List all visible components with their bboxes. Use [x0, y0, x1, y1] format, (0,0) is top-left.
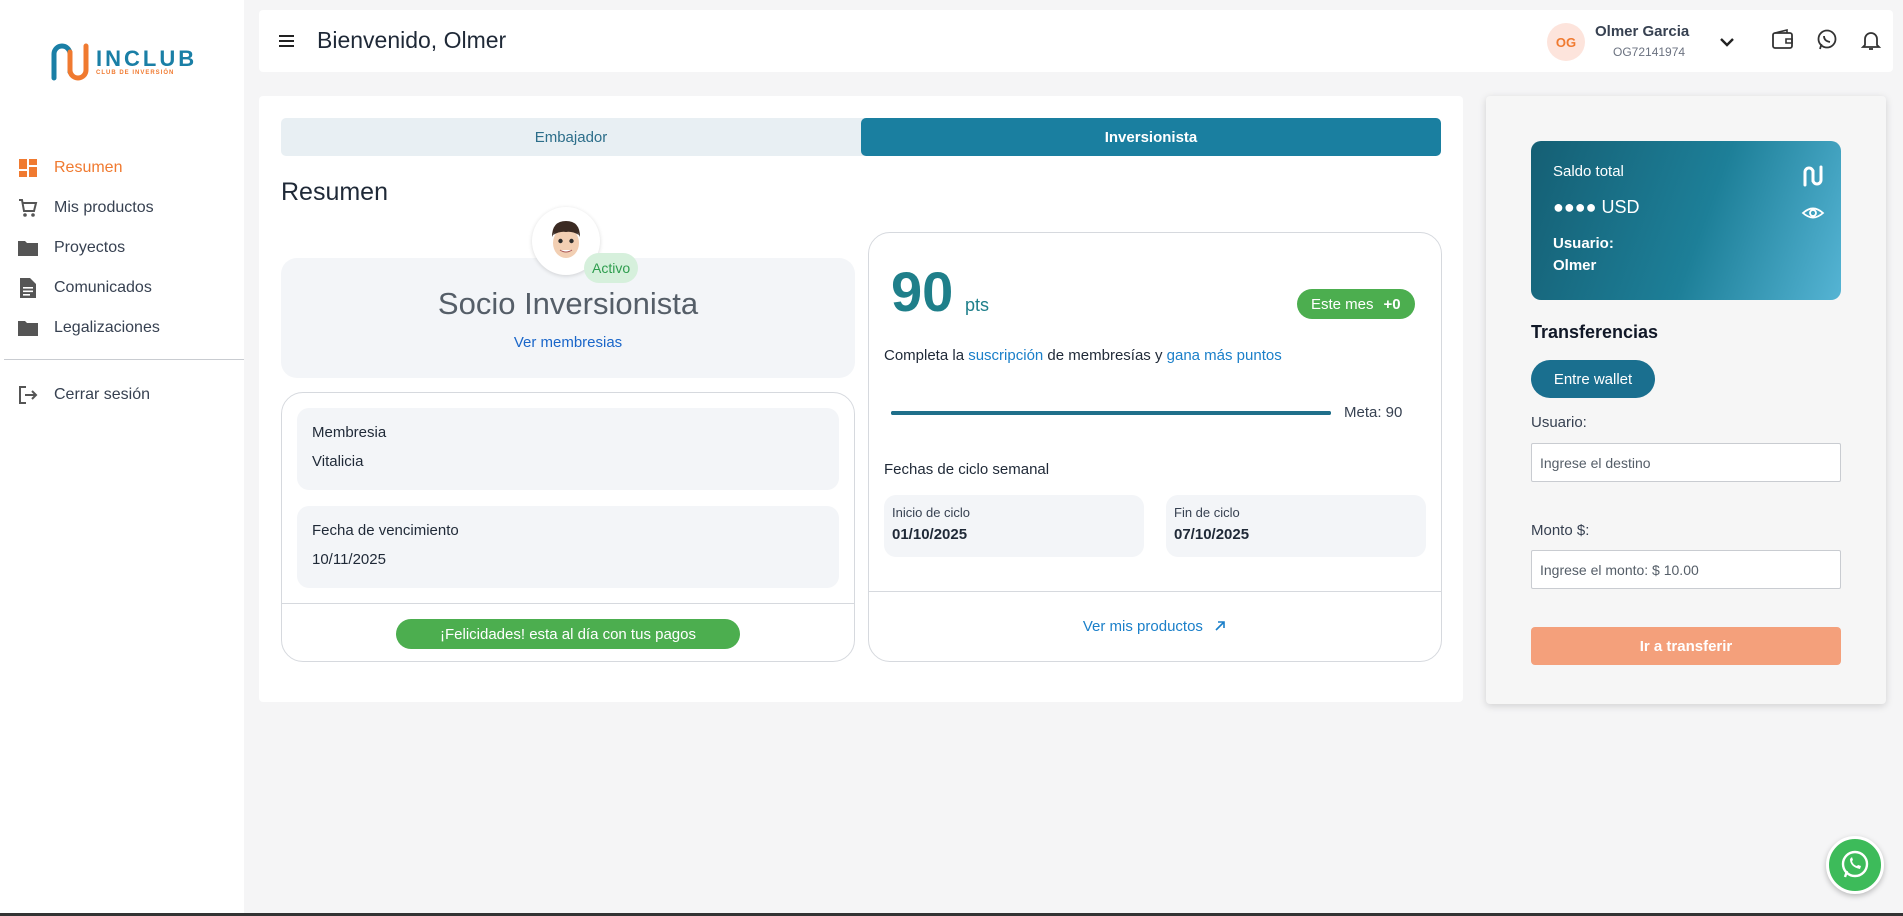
tab-inversionista[interactable]: Inversionista	[861, 118, 1441, 156]
main-panel: Embajador Inversionista Resumen Socio In…	[259, 96, 1463, 702]
sidebar-item-label: Mis productos	[54, 199, 154, 216]
top-header: Bienvenido, Olmer OG Olmer Garcia OG7214…	[259, 10, 1893, 72]
menu-toggle-button[interactable]	[279, 30, 301, 52]
eye-icon[interactable]	[1801, 201, 1825, 225]
logo-wordmark: INCLUB	[96, 46, 198, 71]
cycle-end-box: Fin de ciclo 07/10/2025	[1166, 495, 1426, 557]
expiry-date-value: 10/11/2025	[312, 551, 386, 568]
sidebar-item-label: Legalizaciones	[54, 319, 160, 336]
sidebar-item-legalizaciones[interactable]: Legalizaciones	[0, 308, 244, 348]
destination-label: Usuario:	[1531, 414, 1587, 431]
month-points-badge: Este mes +0	[1297, 289, 1415, 319]
membership-type-value: Vitalicia	[312, 453, 364, 470]
balance-value: ●●●● USD	[1553, 197, 1640, 217]
payment-status-badge: ¡Felicidades! esta al día con tus pagos	[396, 619, 740, 649]
sidebar-item-comunicados[interactable]: Comunicados	[0, 268, 244, 308]
memoji-avatar-icon	[552, 221, 580, 258]
sidebar-item-label: Comunicados	[54, 279, 152, 296]
sidebar: INCLUB CLUB DE INVERSIÓN Resumen Mis pro…	[0, 0, 244, 916]
points-unit: pts	[965, 295, 990, 315]
destination-input[interactable]	[1531, 443, 1841, 482]
points-hint: Completa la suscripción de membresías y …	[884, 347, 1282, 364]
tab-embajador[interactable]: Embajador	[281, 118, 861, 156]
subscription-link[interactable]: suscripción	[968, 347, 1043, 364]
cycle-start-value: 01/10/2025	[892, 526, 968, 543]
membership-title: Socio Inversionista	[437, 286, 699, 321]
points-hint-text: de membresías y	[1043, 347, 1167, 364]
avatar[interactable]: OG	[1547, 23, 1585, 61]
card-divider	[869, 591, 1441, 592]
earn-points-link[interactable]: gana más puntos	[1167, 347, 1282, 364]
balance-card: Saldo total ●●●● USD Usuario: Olmer	[1531, 141, 1841, 300]
points-progress-fill	[891, 411, 1331, 415]
dashboard-icon	[18, 158, 38, 178]
card-divider	[282, 603, 854, 604]
hamburger-icon	[279, 35, 294, 37]
cycle-start-label: Inicio de ciclo	[892, 505, 971, 520]
document-icon	[18, 278, 38, 298]
status-badge: Activo	[584, 253, 639, 283]
points-goal: Meta: 90	[1344, 404, 1403, 421]
points-value: 90	[891, 260, 954, 323]
amount-input[interactable]	[1531, 550, 1841, 589]
expiry-date-box: Fecha de vencimiento 10/11/2025	[297, 506, 839, 588]
inclub-logo-icon	[51, 43, 89, 81]
balance-label: Saldo total	[1553, 163, 1624, 180]
logout-label: Cerrar sesión	[54, 386, 151, 403]
expiry-date-label: Fecha de vencimiento	[312, 522, 459, 539]
whatsapp-icon[interactable]	[1815, 28, 1839, 52]
page-title: Resumen	[281, 178, 388, 206]
cart-icon	[18, 198, 38, 218]
folder-icon	[18, 238, 38, 258]
logout-icon	[18, 385, 38, 405]
view-memberships-link[interactable]: Ver membresias	[281, 334, 855, 351]
cycle-end-value: 07/10/2025	[1174, 526, 1250, 543]
membership-type-box: Membresia Vitalicia	[297, 408, 839, 490]
cycle-end-label: Fin de ciclo	[1174, 505, 1240, 520]
arrow-up-right-icon	[1215, 621, 1225, 631]
membership-card: Socio Inversionista Ver membresias	[281, 258, 855, 378]
role-tabs: Embajador Inversionista	[281, 118, 1441, 156]
chevron-down-icon[interactable]	[1717, 32, 1737, 52]
balance-user-label: Usuario:	[1553, 235, 1614, 252]
wallet-panel: Saldo total ●●●● USD Usuario: Olmer Tran…	[1486, 96, 1886, 704]
logout-button[interactable]: Cerrar sesión	[0, 375, 150, 415]
month-value: +0	[1383, 295, 1401, 313]
sidebar-divider	[4, 359, 244, 360]
view-products-link[interactable]: Ver mis productos	[869, 618, 1441, 635]
sidebar-item-proyectos[interactable]: Proyectos	[0, 228, 244, 268]
sidebar-item-mis-productos[interactable]: Mis productos	[0, 188, 244, 228]
folder-icon	[18, 318, 38, 338]
month-label: Este mes	[1311, 295, 1374, 313]
user-name: Olmer Garcia	[1595, 23, 1690, 40]
sidebar-item-resumen[interactable]: Resumen	[0, 148, 244, 188]
inclub-mark-icon	[1803, 165, 1823, 187]
welcome-title: Bienvenido, Olmer	[317, 27, 507, 53]
transfer-button[interactable]: Ir a transferir	[1531, 627, 1841, 665]
amount-label: Monto $:	[1531, 522, 1590, 539]
points-hint-text: Completa la	[884, 347, 969, 364]
sidebar-item-label: Resumen	[54, 159, 123, 176]
membership-type-label: Membresia	[312, 424, 387, 441]
bell-icon[interactable]	[1859, 28, 1883, 52]
user-id: OG72141974	[1613, 45, 1686, 59]
transfer-title: Transferencias	[1531, 322, 1659, 342]
whatsapp-icon	[1841, 850, 1869, 878]
sidebar-item-label: Proyectos	[54, 239, 126, 256]
wallet-icon[interactable]	[1771, 28, 1795, 52]
points-progress-bar	[891, 411, 1331, 415]
points-card: 90 pts Este mes +0 Completa la suscripci…	[868, 232, 1442, 662]
cycle-start-box: Inicio de ciclo 01/10/2025	[884, 495, 1144, 557]
inclub-logo[interactable]: INCLUB CLUB DE INVERSIÓN	[48, 38, 197, 86]
cycle-title: Fechas de ciclo semanal	[884, 461, 1050, 478]
wallet-transfer-tab[interactable]: Entre wallet	[1531, 360, 1655, 398]
view-products-label: Ver mis productos	[1082, 618, 1203, 635]
membership-details-card: Membresia Vitalicia Fecha de vencimiento…	[281, 392, 855, 662]
whatsapp-float-button[interactable]	[1826, 836, 1884, 894]
balance-user: Olmer	[1553, 257, 1597, 274]
sidebar-nav: Resumen Mis productos Proyectos Comunica…	[0, 148, 244, 348]
